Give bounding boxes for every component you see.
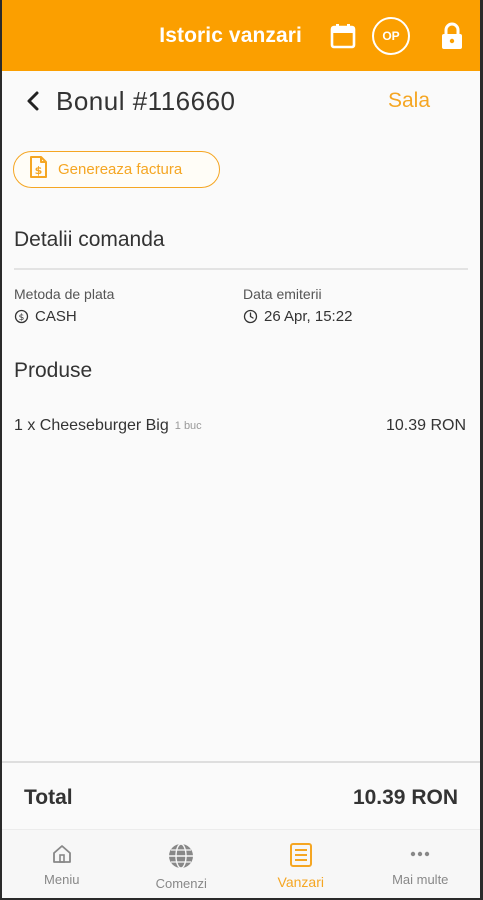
issue-date-row: 26 Apr, 15:22 [243, 308, 352, 325]
receipt-list-icon [289, 843, 312, 867]
payment-method-value: CASH [35, 308, 77, 325]
product-row: 1 x Cheeseburger Big 1 buc 10.39 RON [14, 414, 466, 438]
bottom-nav: Meniu Comenzi Vanzari Mai multe [2, 829, 480, 898]
issue-date-block: Data emiterii 26 Apr, 15:22 [243, 286, 352, 325]
invoice-button-label: Genereaza factura [58, 161, 183, 178]
details-divider [14, 268, 468, 270]
product-price: 10.39 RON [385, 417, 466, 434]
invoice-document-icon: $ [28, 155, 48, 184]
total-label: Total [24, 786, 73, 809]
total-value: 10.39 RON [352, 786, 458, 809]
back-arrow-icon[interactable] [24, 89, 46, 113]
receipt-title: Bonul #116660 [56, 85, 236, 116]
receipt-header: Bonul #116660 Sala [2, 78, 480, 124]
total-divider [2, 761, 480, 763]
lock-icon[interactable] [438, 21, 466, 51]
payment-method-block: Metoda de plata $ CASH [14, 286, 114, 325]
nav-item-vanzari[interactable]: Vanzari [241, 830, 361, 898]
top-bar: Istoric vanzari OP [2, 0, 480, 71]
app-frame: Istoric vanzari OP Bonul #116660 Sala $ … [0, 0, 483, 900]
nav-item-mai-multe[interactable]: Mai multe [361, 830, 481, 898]
issue-date-value: 26 Apr, 15:22 [264, 308, 353, 325]
calendar-icon[interactable] [328, 21, 358, 51]
currency-icon: $ [14, 309, 29, 324]
nav-item-comenzi[interactable]: Comenzi [122, 830, 242, 898]
products-title: Produse [14, 359, 93, 382]
payment-method-row: $ CASH [14, 308, 114, 325]
issue-date-label: Data emiterii [243, 286, 322, 302]
nav-label-mai-multe: Mai multe [392, 872, 449, 887]
payment-method-label: Metoda de plata [14, 286, 115, 302]
order-details-title: Detalii comanda [14, 228, 165, 251]
clock-icon [243, 309, 258, 324]
nav-label-vanzari: Vanzari [277, 874, 324, 890]
svg-text:$: $ [19, 313, 25, 323]
total-row: Total 10.39 RON [24, 780, 458, 816]
more-dots-icon [411, 851, 430, 857]
screen-title: Istoric vanzari [159, 23, 302, 47]
svg-text:$: $ [35, 164, 43, 177]
generate-invoice-button[interactable]: $ Genereaza factura [13, 151, 220, 188]
nav-label-comenzi: Comenzi [155, 876, 207, 891]
product-unit: 1 buc [174, 420, 202, 432]
user-badge[interactable]: OP [372, 16, 410, 55]
location-link[interactable]: Sala [388, 89, 430, 113]
globe-icon [169, 843, 194, 869]
product-name: 1 x Cheeseburger Big [14, 417, 169, 434]
nav-label-meniu: Meniu [44, 872, 80, 887]
home-icon [52, 845, 71, 863]
nav-item-meniu[interactable]: Meniu [2, 830, 122, 898]
